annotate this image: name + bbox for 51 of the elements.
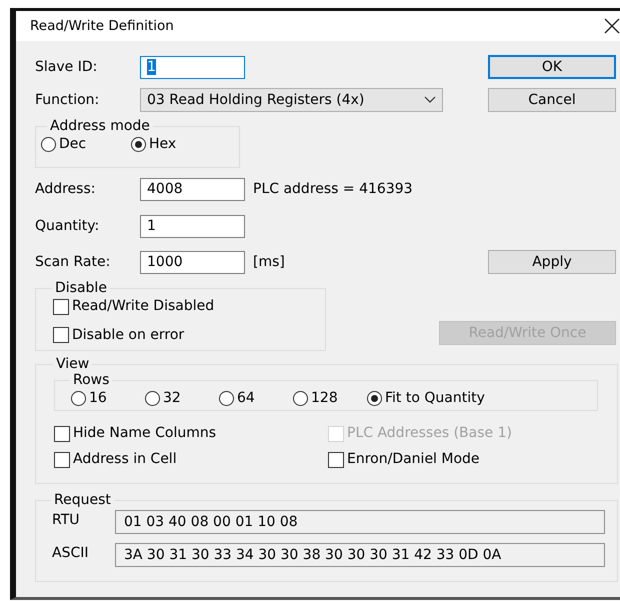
- group-label: Request: [53, 492, 112, 508]
- group-label: Rows: [72, 372, 110, 388]
- checkbox-label[interactable]: Address in Cell: [73, 449, 177, 470]
- checkbox-label[interactable]: Read/Write Disabled: [72, 296, 214, 317]
- function-dropdown[interactable]: 03 Read Holding Registers (4x): [140, 88, 443, 112]
- dialog-button[interactable]: Apply: [488, 250, 616, 274]
- close-icon[interactable]: [604, 18, 620, 34]
- checkbox-label[interactable]: Disable on error: [72, 324, 184, 346]
- chevron-icon: [424, 96, 436, 104]
- group-label: View: [55, 356, 90, 372]
- dialog-button[interactable]: Cancel: [488, 88, 616, 112]
- dialog-button[interactable]: OK: [488, 55, 616, 79]
- checkbox[interactable]: [53, 298, 69, 314]
- checkbox-label[interactable]: Hide Name Columns: [73, 423, 216, 444]
- request-label: RTU: [52, 511, 81, 530]
- radio-label[interactable]: 64: [237, 388, 255, 409]
- radio-button[interactable]: [219, 391, 234, 406]
- radio-label[interactable]: Hex: [149, 134, 176, 155]
- field-label: Address:: [35, 180, 96, 199]
- radio-button[interactable]: [293, 391, 308, 406]
- field-label: Function:: [35, 90, 100, 110]
- checkbox[interactable]: [328, 452, 344, 468]
- checkbox-label[interactable]: Enron/Daniel Mode: [347, 449, 480, 470]
- field-label: Slave ID:: [35, 58, 98, 76]
- group-label: Address mode: [49, 118, 151, 134]
- radio-label[interactable]: Fit to Quantity: [385, 388, 485, 409]
- input-field[interactable]: 4008: [140, 178, 245, 201]
- radio-button[interactable]: [131, 137, 146, 152]
- radio-button[interactable]: [145, 391, 160, 406]
- group-label: Disable: [54, 280, 108, 296]
- radio-label[interactable]: 128: [311, 388, 338, 409]
- window-title: Read/Write Definition: [30, 16, 174, 36]
- radio-button[interactable]: [41, 137, 56, 152]
- input-field[interactable]: 1: [140, 56, 245, 78]
- plc-address-text: PLC address = 416393: [253, 180, 413, 199]
- input-field[interactable]: 1000: [140, 250, 245, 274]
- radio-button[interactable]: [71, 391, 86, 406]
- field-label: Scan Rate:: [35, 252, 112, 272]
- request-output-field: 3A 30 31 30 33 34 30 30 38 30 30 30 31 42 33 0D 0A: [115, 543, 605, 567]
- radio-label[interactable]: 16: [89, 388, 107, 409]
- field-label: Quantity:: [35, 217, 100, 236]
- radio-label[interactable]: Dec: [59, 134, 86, 155]
- checkbox[interactable]: [54, 452, 70, 468]
- input-field[interactable]: 1: [140, 215, 245, 238]
- unit-label: [ms]: [253, 252, 285, 272]
- radio-button[interactable]: [367, 391, 382, 406]
- request-label: ASCII: [52, 544, 90, 563]
- checkbox[interactable]: [54, 426, 70, 442]
- request-output-field: 01 03 40 08 00 01 10 08: [115, 510, 605, 534]
- radio-label[interactable]: 32: [163, 388, 181, 409]
- checkbox[interactable]: [53, 327, 69, 343]
